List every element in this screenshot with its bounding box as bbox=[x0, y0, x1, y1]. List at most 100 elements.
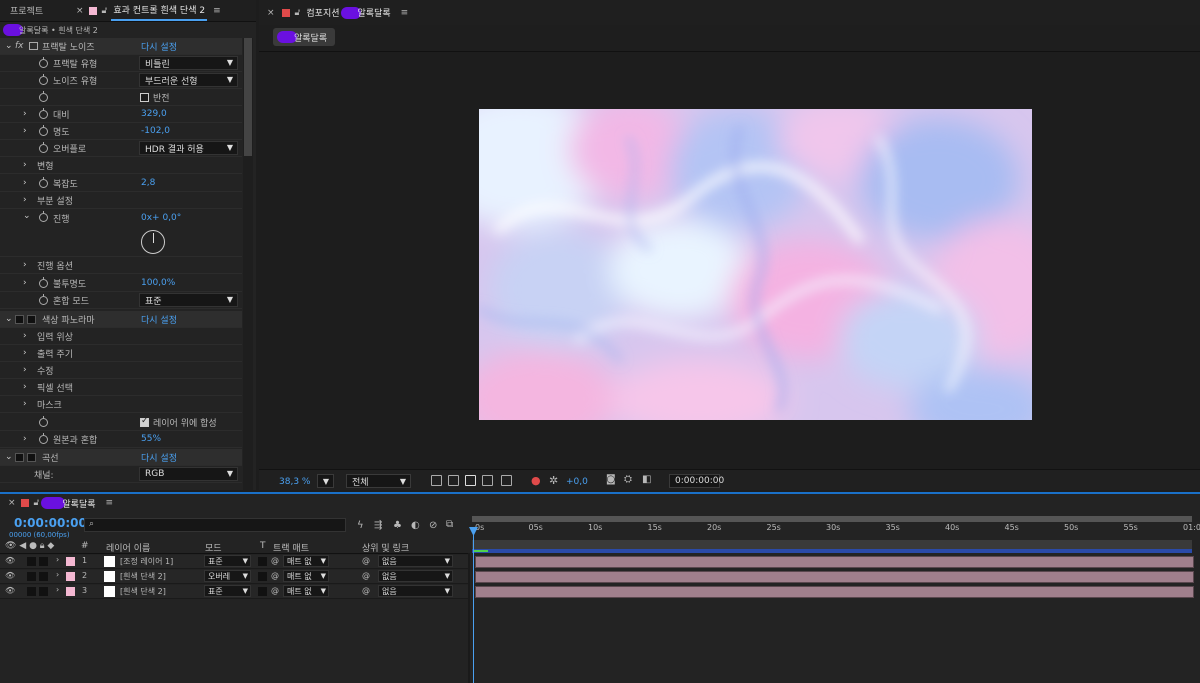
label-color-swatch[interactable] bbox=[66, 572, 75, 581]
panel-menu-icon[interactable]: ≡ bbox=[106, 498, 114, 508]
layer-row[interactable]: 👁︎ › 2 [흰색 단색 2] 오버레 ▼ @ 매트 없 ▼ @ 없음 ▼ bbox=[0, 570, 468, 584]
chevron-down-icon[interactable]: ⌄ bbox=[23, 211, 31, 221]
exposure-value[interactable]: +0,0 bbox=[566, 477, 588, 487]
noise-type-dropdown[interactable]: 부드러운 선형 ▼ bbox=[139, 73, 238, 87]
chevron-right-icon[interactable]: › bbox=[23, 260, 27, 270]
chevron-right-icon[interactable]: › bbox=[56, 585, 59, 594]
mode-dropdown[interactable]: 오버레 ▼ bbox=[204, 570, 251, 582]
parent-dropdown[interactable]: 없음 ▼ bbox=[378, 585, 453, 597]
eye-icon[interactable]: 👁︎ bbox=[5, 586, 15, 595]
chevron-down-icon[interactable]: ⌄ bbox=[5, 452, 13, 462]
column-header-layer-name[interactable]: 레이어 이름 bbox=[106, 541, 150, 554]
effect-colorama[interactable]: ⌄ 색상 파노라마 다시 설정 bbox=[0, 311, 242, 328]
toggle-view-icon[interactable]: ◧ bbox=[642, 474, 651, 485]
chevron-right-icon[interactable]: › bbox=[23, 434, 27, 444]
layer-duration-bar[interactable] bbox=[475, 586, 1194, 598]
fx-icon[interactable]: fx bbox=[15, 41, 24, 51]
reset-link[interactable]: 다시 설정 bbox=[141, 40, 177, 53]
region-of-interest-icon[interactable] bbox=[482, 475, 493, 486]
effect-curves[interactable]: ⌄ 곡선 다시 설정 bbox=[0, 449, 242, 466]
graph-editor-icon[interactable]: ⊘ bbox=[429, 520, 437, 531]
snapshot-icon[interactable]: ◙ bbox=[606, 474, 616, 485]
reset-link[interactable]: 다시 설정 bbox=[141, 451, 177, 464]
work-area-bar[interactable] bbox=[472, 516, 1192, 522]
evolution-dial[interactable] bbox=[141, 230, 165, 254]
column-header-track-matte[interactable]: 트랙 매트 bbox=[273, 541, 309, 554]
parent-pickwhip-icon[interactable]: @ bbox=[362, 571, 370, 580]
layer-duration-bar[interactable] bbox=[475, 571, 1194, 583]
chevron-right-icon[interactable]: › bbox=[23, 382, 27, 392]
solo-box[interactable] bbox=[27, 572, 36, 581]
current-time-field[interactable]: 0:00:00:00 bbox=[669, 474, 724, 488]
matte-pickwhip-icon[interactable]: @ bbox=[271, 556, 279, 565]
lock-icon[interactable]: 🔓︎ bbox=[295, 8, 301, 18]
layer-name[interactable]: [조정 레이어 1] bbox=[120, 556, 173, 567]
mask-visibility-icon[interactable] bbox=[465, 475, 476, 486]
close-icon[interactable]: × bbox=[267, 8, 275, 18]
group-transform[interactable]: › 변형 bbox=[0, 157, 242, 174]
layer-row[interactable]: 👁︎ › 1 [조정 레이어 1] 표준 ▼ @ 매트 없 ▼ @ 없음 ▼ bbox=[0, 555, 468, 569]
mode-dropdown[interactable]: 표준 ▼ bbox=[204, 555, 251, 567]
stopwatch-icon[interactable] bbox=[39, 293, 48, 305]
column-header-mode[interactable]: 모드 bbox=[205, 541, 222, 554]
frame-blending-icon[interactable]: ♣ bbox=[393, 520, 402, 531]
group-mask[interactable]: › 마스크 bbox=[0, 396, 242, 413]
overflow-dropdown[interactable]: HDR 결과 허용 ▼ bbox=[139, 141, 238, 155]
blend-mode-dropdown[interactable]: 표준 ▼ bbox=[139, 293, 238, 307]
contrast-value[interactable]: 329,0 bbox=[141, 109, 167, 119]
track-matte-dropdown[interactable]: 매트 없 ▼ bbox=[283, 555, 329, 567]
layer-name[interactable]: [흰색 단색 2] bbox=[120, 586, 166, 597]
stopwatch-icon[interactable] bbox=[39, 276, 48, 288]
close-icon[interactable]: × bbox=[8, 498, 16, 508]
solo-box[interactable] bbox=[27, 587, 36, 596]
chevron-right-icon[interactable]: › bbox=[23, 348, 27, 358]
chevron-right-icon[interactable]: › bbox=[56, 570, 59, 579]
group-modify[interactable]: › 수정 bbox=[0, 362, 242, 379]
lock-box[interactable] bbox=[39, 587, 48, 596]
tab-comp-name[interactable]: 알록달록 bbox=[358, 6, 391, 19]
chevron-right-icon[interactable]: › bbox=[23, 126, 27, 136]
transparency-grid-icon[interactable] bbox=[448, 475, 459, 486]
layer-row[interactable]: 👁︎ › 3 [흰색 단색 2] 표준 ▼ @ 매트 없 ▼ @ 없음 ▼ bbox=[0, 585, 468, 599]
effect-fractal-noise[interactable]: ⌄ fx 프랙탈 노이즈 다시 설정 bbox=[0, 38, 242, 55]
scroll-thumb[interactable] bbox=[244, 38, 252, 156]
chevron-right-icon[interactable]: › bbox=[23, 365, 27, 375]
blend-original-value[interactable]: 55% bbox=[141, 434, 161, 444]
track-matte-dropdown[interactable]: 매트 없 ▼ bbox=[283, 585, 329, 597]
lock-box[interactable] bbox=[39, 572, 48, 581]
parent-pickwhip-icon[interactable]: @ bbox=[362, 586, 370, 595]
chevron-down-icon[interactable]: ⌄ bbox=[5, 314, 13, 324]
layer-duration-bar[interactable] bbox=[475, 556, 1194, 568]
column-header-parent[interactable]: 상위 및 링크 bbox=[362, 541, 409, 554]
color-management-icon[interactable]: ✲ bbox=[549, 474, 558, 487]
motion-blur-icon[interactable]: ◐ bbox=[411, 520, 420, 531]
chevron-right-icon[interactable]: › bbox=[23, 109, 27, 119]
stopwatch-icon[interactable] bbox=[39, 176, 48, 188]
layer-search-input[interactable]: ⌕ bbox=[84, 518, 346, 532]
tab-project[interactable]: 프로젝트 bbox=[0, 0, 76, 21]
parent-dropdown[interactable]: 없음 ▼ bbox=[378, 555, 453, 567]
mode-dropdown[interactable]: 표준 ▼ bbox=[204, 585, 251, 597]
shy-layers-icon[interactable]: ⇶ bbox=[374, 520, 382, 531]
timeline-tab-label[interactable]: 알록달록 bbox=[62, 497, 95, 510]
opacity-value[interactable]: 100,0% bbox=[141, 278, 175, 288]
effects-scrollbar[interactable] bbox=[243, 38, 253, 490]
chevron-right-icon[interactable]: › bbox=[23, 399, 27, 409]
group-output-cycle[interactable]: › 출력 주기 bbox=[0, 345, 242, 362]
stopwatch-icon[interactable] bbox=[39, 56, 48, 68]
fractal-type-dropdown[interactable]: 비틀린 ▼ bbox=[139, 56, 238, 70]
show-snapshot-icon[interactable]: ⛭ bbox=[624, 474, 632, 485]
lock-icon[interactable]: 🔓︎ bbox=[34, 498, 40, 508]
stopwatch-icon[interactable] bbox=[39, 141, 48, 153]
label-color-swatch[interactable] bbox=[66, 557, 75, 566]
composite-checkbox[interactable] bbox=[140, 416, 149, 427]
eye-icon[interactable]: 👁︎ bbox=[5, 556, 15, 565]
brightness-value[interactable]: -102,0 bbox=[141, 126, 170, 136]
panel-menu-icon[interactable]: ≡ bbox=[213, 6, 221, 16]
chevron-down-icon[interactable]: ⌄ bbox=[5, 41, 13, 51]
tab-effect-controls[interactable]: 효과 컨트롤 흰색 단색 2 bbox=[111, 0, 208, 21]
stopwatch-icon[interactable] bbox=[39, 415, 48, 427]
playhead[interactable] bbox=[473, 529, 474, 683]
reset-link[interactable]: 다시 설정 bbox=[141, 313, 177, 326]
resolution-dropdown[interactable]: 전체 ▼ bbox=[346, 474, 411, 488]
